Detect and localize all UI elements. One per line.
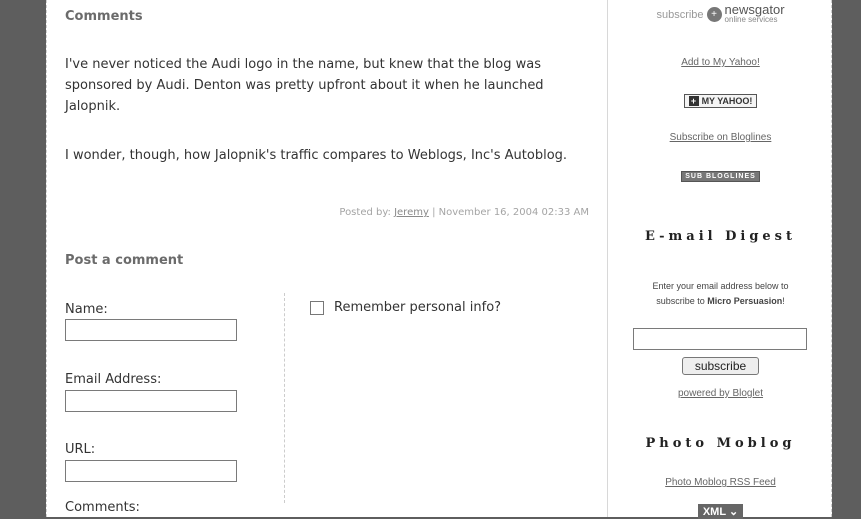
comment-paragraph: I wonder, though, how Jalopnik's traffic… — [65, 148, 568, 163]
add-to-yahoo-link[interactable]: Add to My Yahoo! — [681, 57, 760, 68]
url-label: URL: — [65, 442, 96, 457]
sidebar: subscribe + newsgator online services Ad… — [607, 0, 833, 519]
email-field[interactable] — [65, 390, 237, 412]
name-label: Name: — [65, 302, 108, 317]
newsgator-icon: + — [706, 7, 722, 22]
remember-checkbox[interactable] — [310, 300, 324, 315]
remember-label: Remember personal info? — [334, 300, 502, 315]
powered-by-bloglet-link[interactable]: powered by Bloglet — [678, 388, 763, 399]
chevron-down-icon: ⌄ — [728, 506, 739, 518]
photo-moblog-heading: Photo Moblog — [645, 436, 796, 451]
add-yahoo-row: Add to My Yahoo! — [608, 50, 833, 69]
posted-date: | November 16, 2004 02:33 AM — [428, 207, 589, 218]
xml-label: XML — [702, 506, 726, 518]
xml-badge-row: XML ⌄ — [608, 500, 833, 519]
powered-by-row: powered by Bloglet — [608, 381, 833, 400]
author-link[interactable]: Jeremy — [394, 207, 429, 218]
email-digest-heading: E-mail Digest — [644, 229, 797, 244]
newsgator-subscribe[interactable]: subscribe + newsgator online services — [608, 3, 833, 24]
subscribe-button[interactable]: subscribe — [681, 357, 760, 375]
posted-by-label: Posted by: — [339, 207, 395, 218]
post-comment-heading: Post a comment — [65, 253, 184, 268]
email-label: Email Address: — [65, 372, 162, 387]
sub-bloglines-button[interactable]: SUB BLOGLINES — [681, 171, 760, 182]
subscribe-bloglines-link[interactable]: Subscribe on Bloglines — [670, 132, 772, 143]
comments-label: Comments: — [65, 500, 140, 515]
moblog-feed-row: Photo Moblog RSS Feed — [608, 470, 833, 489]
remember-info-option[interactable]: Remember personal info? — [310, 300, 501, 315]
yahoo-button-row: + MY YAHOO! — [608, 89, 833, 108]
email-desc-end: ! — [782, 296, 785, 306]
bloglines-row: Subscribe on Bloglines — [608, 125, 833, 144]
photo-moblog-feed-link[interactable]: Photo Moblog RSS Feed — [665, 477, 776, 488]
comments-heading: Comments — [65, 9, 143, 24]
main-content: Comments I've never noticed the Audi log… — [46, 0, 607, 517]
bloglines-button-row: SUB BLOGLINES — [608, 163, 833, 182]
email-digest-description: Enter your email address below to subscr… — [608, 279, 833, 309]
plus-icon: + — [688, 96, 699, 106]
page-container: Comments I've never noticed the Audi log… — [46, 0, 833, 519]
comment-byline: Posted by: Jeremy | November 16, 2004 02… — [339, 207, 589, 218]
my-yahoo-button[interactable]: + MY YAHOO! — [683, 94, 758, 108]
newsgator-brand: newsgator online services — [724, 3, 785, 24]
form-divider — [284, 293, 285, 503]
comment-paragraph: I've never noticed the Audi logo in the … — [65, 57, 544, 114]
url-field[interactable] — [65, 460, 237, 482]
subscribe-text: subscribe — [656, 8, 704, 21]
name-field[interactable] — [65, 319, 237, 341]
email-desc-line2: subscribe to — [656, 296, 708, 306]
newsgator-subtitle: online services — [724, 15, 778, 24]
subscribe-button-row: subscribe — [608, 355, 833, 375]
email-digest-input[interactable] — [633, 328, 807, 350]
email-desc-line1: Enter your email address below to — [652, 281, 789, 291]
my-yahoo-label: MY YAHOO! — [701, 96, 753, 106]
site-name: Micro Persuasion — [707, 296, 783, 306]
